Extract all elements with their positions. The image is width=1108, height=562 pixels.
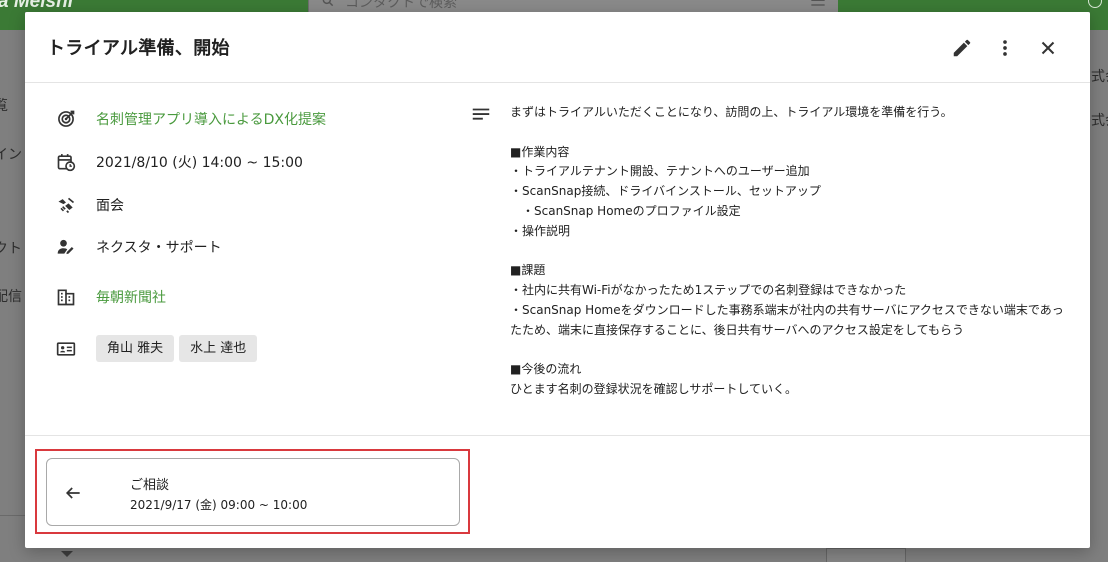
previous-activity-datetime: 2021/9/17 (金) 09:00 ~ 10:00 [130, 498, 308, 512]
previous-activity-title: ご相談 [130, 478, 170, 493]
dialog-title: トライアル準備、開始 [47, 38, 230, 59]
sidebar-item: イン [0, 147, 22, 163]
background-control [826, 548, 906, 562]
more-vert-icon [1003, 40, 1007, 56]
previous-activity-button[interactable]: ご相談 2021/9/17 (金) 09:00 ~ 10:00 [46, 458, 460, 526]
divider [0, 515, 25, 516]
search-bar[interactable]: コンタクトで検索 [308, 0, 838, 12]
datetime-row: 2021/8/10 (火) 14:00 ~ 15:00 [55, 149, 303, 175]
app-toolbar-right [1090, 12, 1108, 30]
list-item: 式会 [1091, 69, 1108, 85]
target-icon [55, 108, 77, 130]
activity-datetime: 2021/8/10 (火) 14:00 ~ 15:00 [96, 155, 303, 171]
meeting-type: 面会 [96, 198, 124, 214]
caret-down-icon [61, 551, 73, 557]
contacts-row: 角山 雅夫 水上 達也 [55, 335, 258, 362]
person-edit-icon [55, 236, 77, 258]
activity-detail-dialog: トライアル準備、開始 名刺管理アプリ導入によるDX化提案 2021/8/10 (… [25, 12, 1090, 548]
more-options-button[interactable] [991, 34, 1019, 62]
handshake-icon [55, 194, 77, 216]
owner-row: ネクスタ・サポート [55, 234, 222, 260]
sidebar-item: 覧 [0, 98, 8, 114]
deal-link[interactable]: 名刺管理アプリ導入によるDX化提案 [96, 109, 326, 129]
dialog-header: トライアル準備、開始 [25, 12, 1090, 83]
company-link[interactable]: 毎朝新聞社 [96, 287, 166, 307]
sidebar-item: 配信 [0, 289, 22, 305]
calendar-clock-icon [55, 151, 77, 173]
app-header-right [838, 0, 1108, 12]
search-input[interactable]: コンタクトで検索 [345, 0, 457, 12]
deal-row: 名刺管理アプリ導入によるDX化提案 [55, 106, 326, 132]
footer-divider [25, 435, 1090, 436]
building-icon [55, 286, 77, 308]
contact-card-icon [55, 338, 77, 360]
close-icon [1041, 41, 1055, 55]
info-icon[interactable] [1088, 0, 1102, 8]
type-row: 面会 [55, 192, 124, 218]
contact-chips: 角山 雅夫 水上 達也 [96, 335, 262, 362]
company-row: 毎朝新聞社 [55, 284, 166, 310]
notes-icon [472, 108, 490, 120]
search-icon [322, 0, 334, 7]
contact-chip[interactable]: 水上 達也 [179, 335, 258, 362]
contact-chip[interactable]: 角山 雅夫 [96, 335, 175, 362]
filter-icon[interactable] [810, 0, 826, 10]
activity-description: まずはトライアルいただくことになり、訪問の上、トライアル環境を準備を行う。 ■作… [510, 105, 1064, 397]
list-item: 式会 [1091, 113, 1108, 129]
edit-button[interactable] [948, 34, 976, 62]
app-header-left: a Meishi [0, 0, 308, 12]
close-button[interactable] [1034, 34, 1062, 62]
sidebar-item: クト [0, 241, 22, 257]
app-toolbar-left [0, 12, 25, 30]
owner-name: ネクスタ・サポート [96, 240, 222, 256]
pencil-icon [953, 39, 971, 57]
arrow-back-icon [65, 487, 80, 499]
